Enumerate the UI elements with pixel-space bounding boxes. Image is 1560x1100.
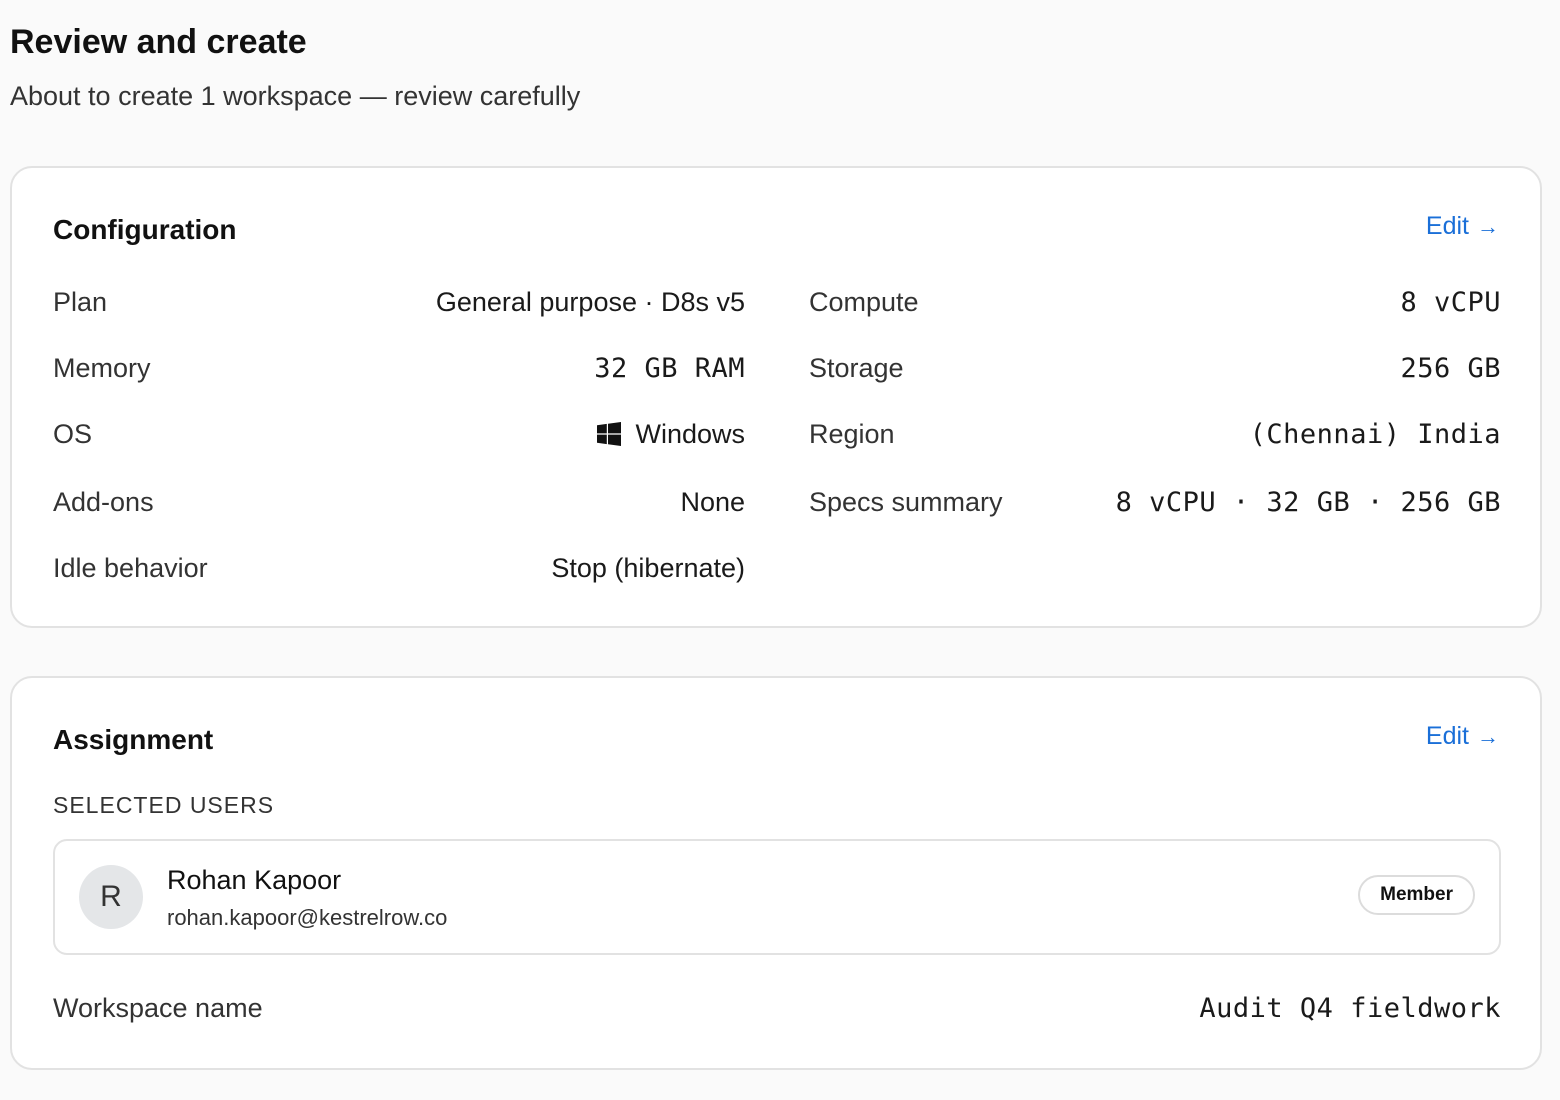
config-label: Idle behavior [53,552,208,583]
config-value-os: Windows [597,419,745,450]
role-badge: Member [1358,875,1475,915]
config-value: 256 GB [1400,352,1501,384]
configuration-card: Configuration Edit → Plan General purpose… [10,166,1542,628]
avatar: R [79,865,143,929]
config-row-storage: Storage 256 GB [809,348,1501,388]
config-row-specs: Specs summary 8 vCPU · 32 GB · 256 GB [809,482,1501,522]
config-value: None [680,486,745,517]
edit-label: Edit [1425,722,1469,750]
arrow-right-icon: → [1477,724,1499,749]
os-name: Windows [635,418,745,449]
config-row-os: OS Windows [53,414,745,454]
configuration-header: Configuration Edit → [53,210,1499,250]
config-value: 8 vCPU · 32 GB · 256 GB [1115,486,1501,518]
page-title: Review and create [10,23,307,61]
config-row-idle: Idle behavior Stop (hibernate) [53,548,745,588]
assignment-title: Assignment [53,724,214,755]
assignment-card: Assignment Edit → SELECTED USERS R Rohan … [10,676,1542,1070]
config-label: Plan [53,286,108,317]
user-email: rohan.kapoor@kestrelrow.co [167,905,448,930]
workspace-name-row: Workspace name Audit Q4 fieldwork [53,988,1501,1028]
review-page: Review and create About to create 1 work… [0,0,1560,1100]
config-label: Add-ons [53,486,154,517]
config-value: 8 vCPU [1400,286,1501,318]
configuration-title: Configuration [53,214,237,245]
config-label: Storage [809,352,904,383]
config-value: 32 GB RAM [594,352,745,384]
arrow-right-icon: → [1477,214,1499,239]
user-list-item: R Rohan Kapoor rohan.kapoor@kestrelrow.c… [53,839,1501,955]
config-label: OS [53,418,93,449]
workspace-name-value: Audit Q4 fieldwork [1199,992,1501,1024]
config-row-memory: Memory 32 GB RAM [53,348,745,388]
config-value: General purpose · D8s v5 [435,286,745,317]
config-value: (Chennai) India [1249,418,1501,450]
config-label: Region [809,418,895,449]
windows-logo-icon [597,422,622,446]
assignment-header: Assignment Edit → [53,720,1499,760]
config-row-region: Region (Chennai) India [809,414,1501,454]
config-label: Memory [53,352,151,383]
selected-users-label: SELECTED USERS [53,792,275,818]
config-value: Stop (hibernate) [551,552,745,583]
config-row-addons: Add-ons None [53,482,745,522]
config-label: Specs summary [809,486,1003,517]
workspace-name-label: Workspace name [53,992,263,1023]
assignment-edit-link[interactable]: Edit → [1426,716,1499,757]
config-row-compute: Compute 8 vCPU [809,282,1501,322]
edit-label: Edit [1425,212,1469,240]
page-subtitle: About to create 1 workspace — review car… [10,81,581,111]
configuration-edit-link[interactable]: Edit → [1426,206,1499,247]
config-row-plan: Plan General purpose · D8s v5 [53,282,745,322]
user-name: Rohan Kapoor [167,865,342,895]
config-label: Compute [809,286,919,317]
